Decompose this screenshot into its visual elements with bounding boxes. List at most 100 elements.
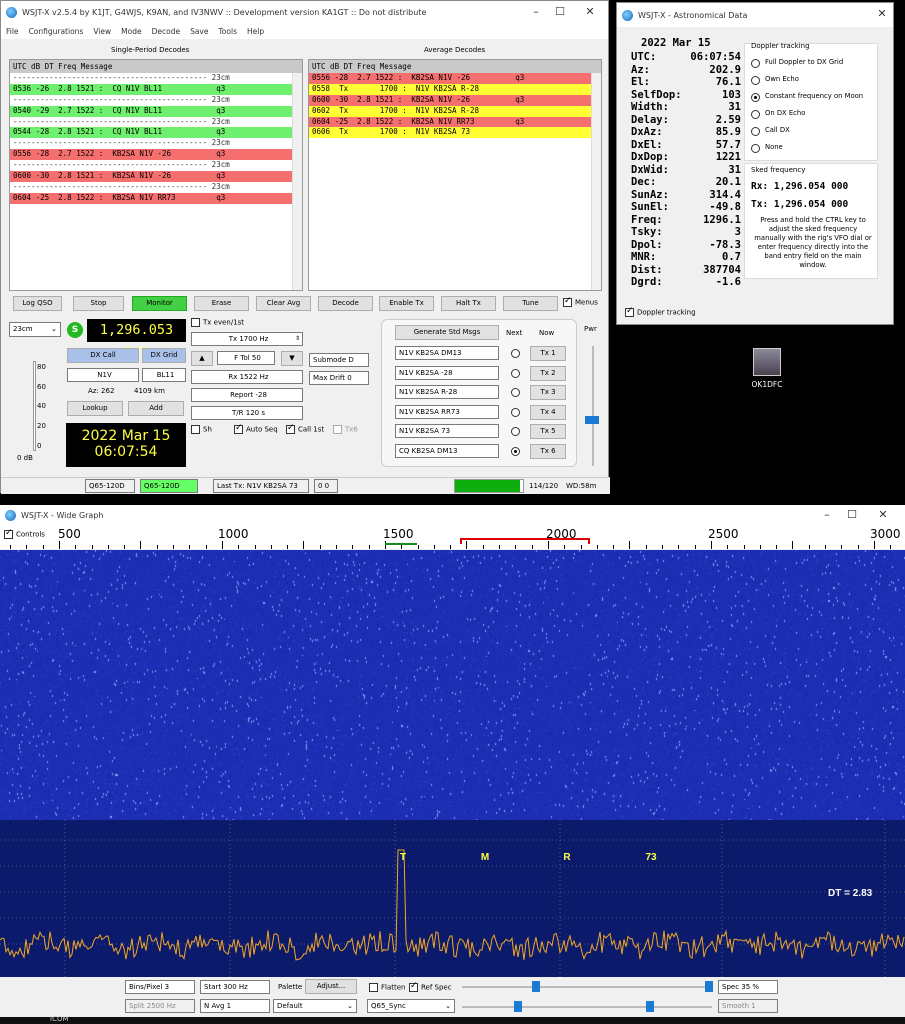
smooth-spin[interactable]: Smooth 1 — [718, 999, 778, 1013]
palette-select[interactable]: Default ⌄ — [273, 999, 357, 1013]
erase-button[interactable]: Erase — [194, 296, 249, 311]
waterfall-mode-select[interactable]: Q65_Sync ⌄ — [367, 999, 455, 1013]
doppler-option-label[interactable]: None — [765, 143, 783, 151]
maximize-icon[interactable]: ☐ — [845, 508, 859, 522]
decode-row[interactable]: 0536 -26 2.8 1521 : CQ N1V BL11 q3 — [10, 83, 302, 95]
spec-spin[interactable]: Spec 35 % — [718, 980, 778, 994]
desktop-icon-ok1dfc[interactable]: OK1DFC — [745, 348, 789, 398]
decode-row[interactable]: 0606 Tx 1700 : N1V KB2SA 73 — [309, 127, 601, 139]
decode-row[interactable]: 0600 -30 2.8 1521 : KB2SA N1V -26 q3 — [10, 171, 302, 182]
close-icon[interactable]: ✕ — [583, 5, 597, 19]
menu-save[interactable]: Save — [190, 27, 208, 36]
ref-spec-checkbox[interactable]: Ref Spec — [409, 981, 452, 992]
n-avg-spin[interactable]: N Avg 1 — [200, 999, 270, 1013]
tx6-checkbox[interactable]: Tx6 — [333, 425, 358, 434]
add-button[interactable]: Add — [128, 401, 184, 416]
stop-button[interactable]: Stop — [73, 296, 124, 311]
halt-tx-button[interactable]: Halt Tx — [441, 296, 496, 311]
decode-row[interactable]: 0604 -25 2.8 1522 : KB2SA N1V RR73 q3 — [10, 192, 302, 204]
tx-to-rx-button[interactable]: ▲ — [191, 351, 213, 366]
rx-to-tx-button[interactable]: ▼ — [281, 351, 303, 366]
ftol-spin[interactable]: F Tol 50 — [217, 351, 275, 365]
slider-handle-4[interactable] — [646, 1001, 654, 1012]
doppler-tracking-checkbox[interactable]: Doppler tracking — [625, 306, 696, 317]
tx6-next-radio[interactable] — [511, 446, 520, 456]
decode-row[interactable]: 0556 -28 2.7 1522 : KB2SA N1V -26 q3 — [10, 149, 302, 161]
tx2-now-button[interactable]: Tx 2 — [530, 365, 566, 381]
tx6-now-button[interactable]: Tx 6 — [530, 443, 566, 459]
power-slider-handle[interactable] — [585, 416, 599, 424]
controls-checkbox[interactable]: Controls — [4, 528, 45, 539]
decode-row[interactable]: 0544 -28 2.8 1521 : CQ N1V BL11 q3 — [10, 127, 302, 139]
generate-std-msgs-button[interactable]: Generate Std Msgs — [395, 325, 499, 340]
sh-checkbox[interactable]: Sh — [191, 425, 212, 434]
auto-seq-checkbox[interactable]: Auto Seq — [234, 423, 278, 434]
average-scrollbar[interactable] — [591, 73, 601, 290]
max-drift-spin[interactable]: Max Drift 0 — [309, 371, 369, 385]
tx1-now-button[interactable]: Tx 1 — [530, 346, 566, 361]
adjust-button[interactable]: Adjust... — [305, 979, 357, 994]
flatten-checkbox[interactable]: Flatten — [369, 983, 406, 992]
decode-row[interactable]: 0600 -30 2.8 1521 : KB2SA N1V -26 q3 — [309, 94, 601, 106]
dx-call-button[interactable]: DX Call — [67, 348, 139, 363]
dx-grid-button[interactable]: DX Grid — [142, 348, 186, 363]
doppler-radio[interactable] — [751, 76, 760, 85]
doppler-radio[interactable] — [751, 93, 760, 102]
split-spin[interactable]: Split 2500 Hz — [125, 999, 195, 1013]
menu-view[interactable]: View — [93, 27, 111, 36]
tune-button[interactable]: Tune — [503, 296, 558, 311]
tx6-message-input[interactable]: CQ KB2SA DM13 — [395, 443, 499, 458]
separator-row[interactable]: ----------------------------------------… — [10, 95, 302, 106]
waterfall[interactable] — [0, 550, 905, 820]
tx4-now-button[interactable]: Tx 4 — [530, 404, 566, 420]
tx5-message-input[interactable]: N1V KB2SA 73 — [395, 424, 499, 438]
tx5-next-radio[interactable] — [511, 427, 520, 436]
start-freq-spin[interactable]: Start 300 Hz — [200, 980, 270, 994]
single-scrollbar[interactable] — [292, 73, 302, 290]
taskbar-icom[interactable]: ICOM — [50, 1015, 69, 1023]
zero-slider-bottom[interactable] — [462, 1001, 712, 1012]
separator-row[interactable]: ----------------------------------------… — [10, 73, 302, 84]
tx3-message-input[interactable]: N1V KB2SA R-28 — [395, 385, 499, 399]
dx-grid-input[interactable]: BL11 — [142, 368, 186, 382]
menus-checkbox[interactable]: Menus — [563, 296, 598, 307]
doppler-radio[interactable] — [751, 59, 760, 68]
single-period-pane[interactable]: UTC dB DT Freq Message -----------------… — [9, 59, 303, 291]
doppler-radio[interactable] — [751, 127, 760, 136]
power-slider[interactable] — [585, 346, 601, 466]
tx4-next-radio[interactable] — [511, 407, 520, 417]
tx1-message-input[interactable]: N1V KB2SA DM13 — [395, 346, 499, 360]
submode-spin[interactable]: Submode D — [309, 353, 369, 367]
separator-row[interactable]: ----------------------------------------… — [10, 182, 302, 193]
gain-slider-top[interactable] — [462, 981, 713, 992]
doppler-option-label[interactable]: Own Echo — [765, 75, 799, 83]
slider-handle-2[interactable] — [705, 981, 713, 992]
doppler-radio[interactable] — [751, 110, 760, 119]
lookup-button[interactable]: Lookup — [67, 401, 123, 416]
tx5-now-button[interactable]: Tx 5 — [530, 424, 566, 439]
separator-row[interactable]: ----------------------------------------… — [10, 117, 302, 128]
decode-row[interactable]: 0540 -29 2.7 1522 : CQ N1V BL11 q3 — [10, 105, 302, 117]
tr-period-spin[interactable]: T/R 120 s — [191, 406, 303, 420]
menu-mode[interactable]: Mode — [121, 27, 141, 36]
decode-row[interactable]: 0602 Tx 1700 : N1V KB2SA R-28 — [309, 105, 601, 117]
decode-row[interactable]: 0556 -28 2.7 1522 : KB2SA N1V -26 q3 — [309, 73, 601, 84]
clear-avg-button[interactable]: Clear Avg — [256, 296, 311, 311]
minimize-icon[interactable]: – — [820, 508, 834, 522]
rx-freq-spin[interactable]: Rx 1522 Hz — [191, 370, 303, 384]
doppler-radio[interactable] — [751, 144, 760, 153]
dx-call-input[interactable]: N1V — [67, 368, 139, 382]
doppler-option-label[interactable]: Constant frequency on Moon — [765, 92, 863, 100]
slider-handle[interactable] — [532, 981, 540, 992]
monitor-button[interactable]: Monitor — [132, 296, 187, 311]
tx-even-checkbox[interactable]: Tx even/1st — [191, 318, 244, 327]
average-decodes-pane[interactable]: UTC dB DT Freq Message 0556 -28 2.7 1522… — [308, 59, 602, 291]
slider-handle-3[interactable] — [514, 1001, 522, 1012]
report-spin[interactable]: Report -28 — [191, 388, 303, 402]
maximize-icon[interactable]: ☐ — [553, 5, 567, 19]
menu-file[interactable]: File — [6, 27, 19, 36]
tx3-now-button[interactable]: Tx 3 — [530, 385, 566, 400]
close-icon[interactable]: ✕ — [875, 7, 889, 21]
tx2-message-input[interactable]: N1V KB2SA -28 — [395, 365, 499, 380]
enable-tx-button[interactable]: Enable Tx — [379, 296, 434, 311]
